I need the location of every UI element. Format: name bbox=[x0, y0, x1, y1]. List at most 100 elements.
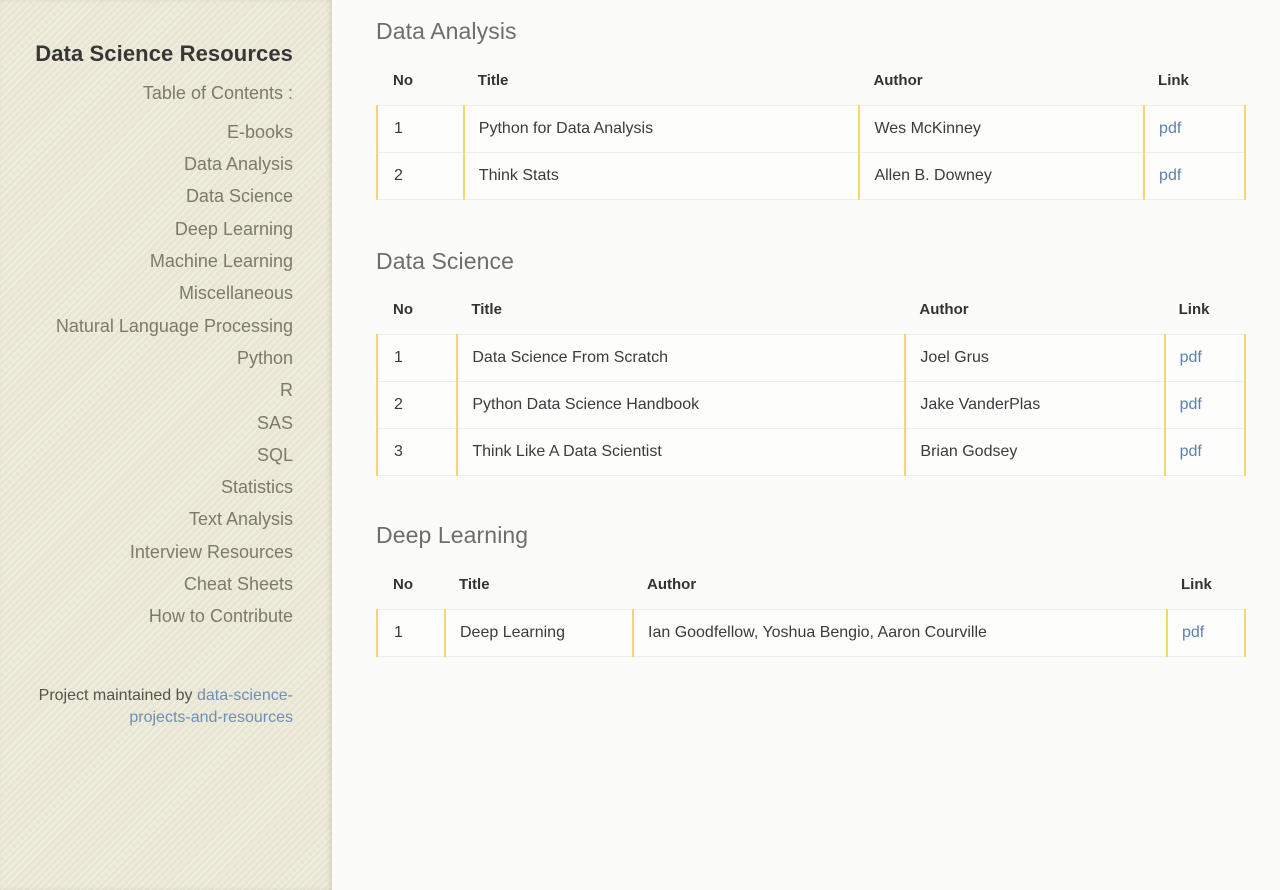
column-header-author: Author bbox=[647, 575, 697, 593]
sidebar-link-sas[interactable]: SAS bbox=[28, 407, 293, 439]
table-body: 1 Python for Data Analysis Wes McKinney … bbox=[376, 104, 1246, 200]
table-head: No Title Author Link bbox=[377, 576, 1245, 610]
sidebar-item-nlp[interactable]: Natural Language Processing bbox=[28, 310, 293, 342]
cell-no: 2 bbox=[375, 381, 459, 430]
section-title-deep-learning: Deep Learning bbox=[376, 522, 529, 549]
sidebar-item-e-books[interactable]: E-books bbox=[28, 116, 293, 148]
section-title-data-analysis: Data Analysis bbox=[376, 18, 517, 44]
table-data-analysis: No Title Author Link 1 Python for Data A… bbox=[376, 72, 1246, 200]
table-row: 2 Python Data Science Handbook Jake Vand… bbox=[375, 381, 1247, 430]
cell-author: Ian Goodfellow, Yoshua Bengio, Aaron Cou… bbox=[632, 608, 1168, 657]
sidebar-link-cheat-sheets[interactable]: Cheat Sheets bbox=[28, 568, 293, 600]
cell-author: Wes McKinney bbox=[858, 104, 1146, 153]
table-body: 1 Data Science From Scratch Joel Grus pd… bbox=[375, 334, 1247, 477]
cell-no: 1 bbox=[375, 334, 459, 383]
table-row: 1 Python for Data Analysis Wes McKinney … bbox=[376, 104, 1246, 153]
pdf-link[interactable]: pdf bbox=[1180, 349, 1202, 366]
sidebar-item-data-science[interactable]: Data Science bbox=[28, 180, 293, 212]
sidebar-link-text-analysis[interactable]: Text Analysis bbox=[28, 503, 293, 535]
table-row: 2 Think Stats Allen B. Downey pdf bbox=[376, 151, 1246, 200]
cell-link: pdf bbox=[1163, 334, 1247, 383]
toc-caption: Table of Contents : bbox=[142, 82, 293, 103]
sidebar-link-how-to-contribute[interactable]: How to Contribute bbox=[28, 600, 293, 632]
sidebar-item-miscellaneous[interactable]: Miscellaneous bbox=[28, 277, 293, 309]
column-header-no: No bbox=[393, 575, 413, 593]
sidebar-item-sas[interactable]: SAS bbox=[28, 407, 293, 439]
sidebar-item-data-analysis[interactable]: Data Analysis bbox=[28, 148, 293, 180]
cell-author: Joel Grus bbox=[904, 334, 1166, 383]
sidebar-item-machine-learning[interactable]: Machine Learning bbox=[28, 245, 293, 277]
table-head: No Title Author Link bbox=[377, 72, 1245, 106]
cell-title: Python for Data Analysis bbox=[462, 104, 861, 153]
sidebar-link-machine-learning[interactable]: Machine Learning bbox=[28, 245, 293, 277]
section-title-data-science: Data Science bbox=[376, 247, 514, 274]
sidebar-link-statistics[interactable]: Statistics bbox=[28, 471, 293, 503]
pdf-link[interactable]: pdf bbox=[1159, 167, 1181, 184]
sidebar-item-interview-resources[interactable]: Interview Resources bbox=[28, 536, 293, 568]
table-body: 1 Deep Learning Ian Goodfellow, Yoshua B… bbox=[376, 608, 1246, 657]
section-data-analysis: Data Analysis No Title Author Link 1 Pyt… bbox=[376, 18, 1246, 200]
sidebar-item-deep-learning[interactable]: Deep Learning bbox=[28, 213, 293, 245]
sidebar-item-statistics[interactable]: Statistics bbox=[28, 471, 293, 503]
sidebar-item-sql[interactable]: SQL bbox=[28, 439, 293, 471]
column-header-link: Link bbox=[1158, 71, 1189, 89]
sidebar-item-r[interactable]: R bbox=[28, 374, 293, 406]
table-deep-learning: No Title Author Link 1 Deep Learning Ian… bbox=[376, 576, 1246, 657]
sidebar-link-deep-learning[interactable]: Deep Learning bbox=[28, 213, 293, 245]
sidebar-link-sql[interactable]: SQL bbox=[28, 439, 293, 471]
table-head: No Title Author Link bbox=[377, 301, 1245, 335]
sidebar-link-data-analysis[interactable]: Data Analysis bbox=[28, 148, 293, 180]
column-header-title: Title bbox=[477, 71, 509, 89]
column-header-title: Title bbox=[471, 301, 502, 319]
cell-title: Think Like A Data Scientist bbox=[456, 428, 907, 477]
column-header-author: Author bbox=[873, 71, 923, 89]
sidebar-link-r[interactable]: R bbox=[28, 374, 293, 406]
sidebar-link-e-books[interactable]: E-books bbox=[28, 116, 293, 148]
section-deep-learning: Deep Learning No Title Author Link 1 Dee… bbox=[376, 522, 1246, 657]
table-header-row: No Title Author Link bbox=[377, 576, 1245, 610]
column-header-author: Author bbox=[919, 301, 969, 319]
site-title: Data Science Resources bbox=[35, 41, 293, 66]
main-content: Data Analysis No Title Author Link 1 Pyt… bbox=[332, 0, 1280, 890]
pdf-link[interactable]: pdf bbox=[1180, 396, 1202, 413]
sidebar-link-data-science[interactable]: Data Science bbox=[28, 180, 293, 212]
footer-prefix-text: Project maintained by bbox=[38, 686, 197, 704]
sidebar: Data Science Resources Table of Contents… bbox=[0, 0, 332, 890]
cell-link: pdf bbox=[1163, 428, 1247, 477]
cell-title: Think Stats bbox=[462, 151, 861, 200]
pdf-link[interactable]: pdf bbox=[1159, 120, 1181, 137]
cell-link: pdf bbox=[1143, 104, 1246, 153]
column-header-title: Title bbox=[459, 575, 490, 593]
cell-title: Data Science From Scratch bbox=[456, 334, 907, 383]
cell-title: Python Data Science Handbook bbox=[456, 381, 907, 430]
sidebar-item-cheat-sheets[interactable]: Cheat Sheets bbox=[28, 568, 293, 600]
pdf-link[interactable]: pdf bbox=[1182, 624, 1204, 641]
sidebar-nav: E-books Data Analysis Data Science Deep … bbox=[28, 116, 293, 633]
sidebar-link-nlp[interactable]: Natural Language Processing bbox=[28, 310, 293, 342]
column-header-no: No bbox=[393, 71, 413, 89]
sidebar-item-text-analysis[interactable]: Text Analysis bbox=[28, 503, 293, 535]
cell-title: Deep Learning bbox=[444, 608, 634, 657]
cell-link: pdf bbox=[1166, 608, 1246, 657]
sidebar-item-python[interactable]: Python bbox=[28, 342, 293, 374]
table-row: 1 Deep Learning Ian Goodfellow, Yoshua B… bbox=[376, 608, 1246, 657]
table-row: 1 Data Science From Scratch Joel Grus pd… bbox=[375, 334, 1247, 383]
cell-author: Jake VanderPlas bbox=[904, 381, 1166, 430]
cell-author: Brian Godsey bbox=[904, 428, 1166, 477]
cell-link: pdf bbox=[1163, 381, 1247, 430]
sidebar-item-how-to-contribute[interactable]: How to Contribute bbox=[28, 600, 293, 632]
cell-link: pdf bbox=[1143, 151, 1246, 200]
sidebar-link-python[interactable]: Python bbox=[28, 342, 293, 374]
table-data-science: No Title Author Link 1 Data Science From… bbox=[375, 301, 1247, 477]
sidebar-link-interview-resources[interactable]: Interview Resources bbox=[28, 536, 293, 568]
sidebar-footer: Project maintained by data-science-proje… bbox=[28, 685, 293, 730]
sidebar-link-miscellaneous[interactable]: Miscellaneous bbox=[28, 277, 293, 309]
cell-no: 1 bbox=[376, 608, 446, 657]
cell-no: 1 bbox=[376, 104, 465, 153]
pdf-link[interactable]: pdf bbox=[1180, 443, 1202, 460]
column-header-link: Link bbox=[1178, 301, 1210, 319]
table-header-row: No Title Author Link bbox=[377, 301, 1245, 335]
column-header-link: Link bbox=[1181, 575, 1212, 593]
page-root: Data Science Resources Table of Contents… bbox=[0, 0, 1280, 890]
column-header-no: No bbox=[393, 301, 413, 319]
